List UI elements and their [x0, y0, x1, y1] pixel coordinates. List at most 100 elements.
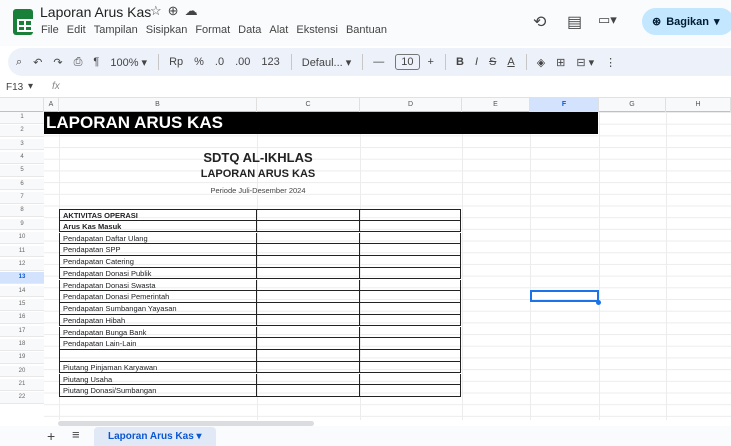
row-label-cell[interactable]: Pendapatan Hibah [60, 314, 257, 327]
spreadsheet-grid[interactable]: A B C D E F G H 1 2 3 4 5 6 7 8 9 10 11 12 13 14 15 16 1… [0, 98, 731, 420]
row-header[interactable]: 1 [0, 112, 44, 124]
report-period[interactable]: Periode Juli-Desember 2024 [58, 186, 458, 195]
amount-cell[interactable] [257, 256, 360, 268]
amount-cell[interactable] [257, 373, 360, 386]
amount-cell[interactable] [360, 315, 461, 327]
menu-edit[interactable]: Edit [66, 23, 87, 37]
font-size-increase[interactable]: + [428, 56, 434, 68]
amount-cell[interactable] [257, 244, 360, 256]
share-button[interactable]: ⊛ Bagikan ▾ [642, 8, 731, 35]
amount-cell[interactable] [360, 350, 461, 362]
amount-cell[interactable] [257, 279, 360, 292]
zoom-select[interactable]: 100% ▾ [110, 56, 147, 69]
percent-format-button[interactable]: % [194, 56, 204, 68]
amount-cell[interactable] [360, 374, 461, 386]
amount-cell[interactable] [257, 350, 360, 362]
row-header[interactable]: 14 [0, 285, 44, 298]
menu-format[interactable]: Format [194, 23, 231, 37]
row-header[interactable]: 6 [0, 178, 44, 191]
history-icon[interactable]: ⟲ [533, 12, 546, 32]
column-header-d[interactable]: D [360, 98, 462, 112]
row-header[interactable]: 18 [0, 338, 44, 351]
row-label-cell[interactable]: Pendapatan Lain-Lain [60, 338, 257, 350]
column-header-h[interactable]: H [666, 98, 731, 112]
menu-tools[interactable]: Alat [268, 23, 289, 37]
amount-cell[interactable] [360, 244, 461, 256]
row-label-cell[interactable]: Piutang Donasi/Sumbangan [60, 385, 257, 397]
number-format-button[interactable]: 123 [261, 56, 279, 68]
amount-cell[interactable] [360, 385, 461, 397]
paint-format-icon[interactable]: ¶ [93, 56, 99, 68]
row-header[interactable]: 9 [0, 218, 44, 231]
print-icon[interactable]: ⎙ [74, 56, 83, 69]
menu-data[interactable]: Data [237, 23, 262, 37]
menu-file[interactable]: File [40, 23, 60, 37]
merge-cells-icon[interactable]: ⊟ ▾ [576, 56, 594, 69]
menu-insert[interactable]: Sisipkan [145, 23, 189, 37]
amount-cell[interactable] [360, 291, 461, 303]
amount-cell[interactable] [257, 232, 360, 245]
row-label-cell[interactable] [60, 350, 257, 362]
row-header[interactable]: 16 [0, 312, 44, 324]
document-title[interactable]: Laporan Arus Kas [40, 4, 151, 20]
row-header[interactable]: 8 [0, 205, 44, 218]
italic-button[interactable]: I [475, 56, 478, 68]
all-sheets-icon[interactable]: ≡ [72, 428, 80, 441]
move-icon[interactable]: ⊕ [168, 3, 185, 18]
amount-cell[interactable] [257, 385, 360, 397]
font-select[interactable]: Defaul... ▾ [302, 56, 352, 69]
currency-format-button[interactable]: Rp [169, 56, 183, 68]
row-header[interactable]: 5 [0, 165, 44, 178]
borders-icon[interactable]: ⊞ [556, 56, 565, 69]
menu-help[interactable]: Bantuan [345, 23, 388, 37]
comments-icon[interactable]: ▤ [567, 12, 582, 32]
amount-cell[interactable] [257, 220, 360, 233]
row-header[interactable]: 2 [0, 125, 44, 138]
column-header-a[interactable]: A [44, 98, 59, 112]
font-size-input[interactable]: 10 [395, 54, 420, 70]
row-header[interactable]: 7 [0, 192, 44, 204]
more-options-icon[interactable]: ⋮ [605, 56, 616, 69]
tab-laporan-arus-kas[interactable]: Laporan Arus Kas ▾ [94, 427, 216, 446]
menu-view[interactable]: Tampilan [93, 23, 139, 37]
name-box[interactable]: F13 [6, 82, 23, 93]
column-header-g[interactable]: G [599, 98, 666, 112]
row-header[interactable]: 10 [0, 232, 44, 244]
strikethrough-button[interactable]: S [489, 56, 496, 68]
row-header[interactable]: 19 [0, 352, 44, 364]
select-all-corner[interactable] [0, 98, 44, 112]
selected-cell-f13[interactable] [530, 290, 599, 302]
column-header-f[interactable]: F [530, 98, 599, 112]
amount-cell[interactable] [257, 338, 360, 350]
font-size-decrease[interactable]: — [373, 56, 384, 68]
row-header[interactable]: 21 [0, 379, 44, 391]
amount-cell[interactable] [257, 303, 360, 315]
row-label-cell[interactable]: Pendapatan Daftar Ulang [60, 232, 257, 245]
column-header-b[interactable]: B [59, 98, 257, 112]
row-header[interactable]: 12 [0, 258, 44, 271]
column-header-c[interactable]: C [257, 98, 360, 112]
sheets-logo-icon[interactable] [13, 9, 33, 35]
row-header[interactable]: 11 [0, 245, 44, 258]
amount-cell[interactable] [360, 221, 461, 233]
row-label-cell[interactable]: Pendapatan SPP [60, 244, 257, 256]
bold-button[interactable]: B [456, 56, 464, 68]
amount-cell[interactable] [360, 233, 461, 245]
add-sheet-icon[interactable]: + [47, 429, 55, 443]
amount-cell[interactable] [257, 291, 360, 303]
cloud-status-icon[interactable]: ☁ [185, 3, 204, 18]
meet-icon[interactable]: ▭▾ [598, 12, 617, 28]
text-color-button[interactable]: A [507, 56, 514, 68]
row-label-cell[interactable]: Piutang Usaha [60, 373, 257, 386]
row-header[interactable]: 13 [0, 272, 44, 284]
row-header[interactable]: 17 [0, 325, 44, 338]
amount-cell[interactable] [360, 303, 461, 315]
amount-cell[interactable] [360, 362, 461, 374]
column-header-e[interactable]: E [462, 98, 530, 112]
row-label-cell[interactable]: Pendapatan Sumbangan Yayasan [60, 303, 257, 315]
row-header[interactable]: 22 [0, 392, 44, 405]
redo-icon[interactable]: ↷ [53, 56, 62, 69]
fill-handle[interactable] [596, 300, 601, 305]
menu-extensions[interactable]: Ekstensi [295, 23, 339, 37]
amount-cell[interactable] [360, 256, 461, 268]
